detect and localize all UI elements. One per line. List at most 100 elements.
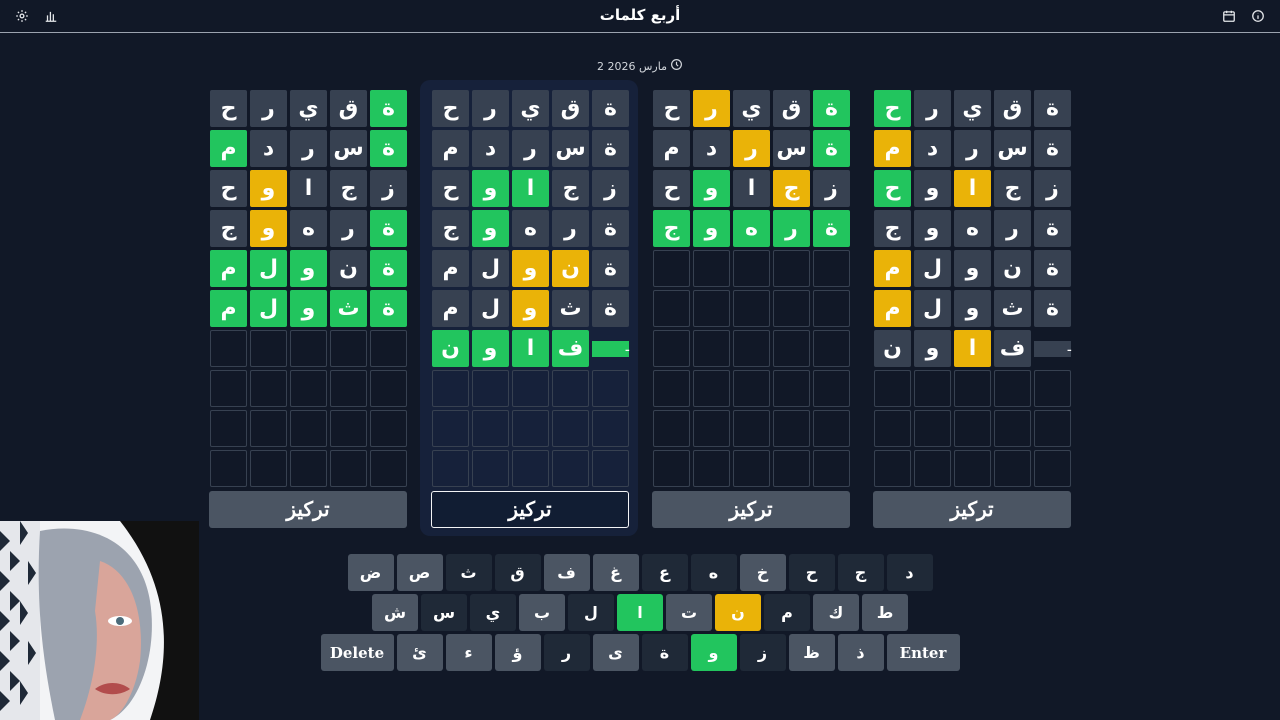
letter-tile: ة — [813, 90, 850, 127]
letter-key[interactable]: ص — [396, 554, 443, 591]
letter-key[interactable]: ذ — [837, 634, 884, 671]
clock-icon — [670, 58, 683, 74]
empty-tile — [552, 450, 589, 487]
letter-tile: م — [210, 130, 247, 167]
calendar-icon[interactable] — [1221, 8, 1237, 24]
empty-tile — [773, 250, 810, 287]
empty-tile — [250, 330, 287, 367]
empty-tile — [773, 370, 810, 407]
focus-button[interactable]: تركيز — [652, 491, 850, 528]
letter-key[interactable]: ت — [666, 594, 712, 631]
letter-key[interactable]: خ — [739, 554, 786, 591]
letter-key[interactable]: د — [886, 554, 933, 591]
letter-key[interactable]: ع — [641, 554, 688, 591]
empty-tile — [653, 330, 690, 367]
empty-tile — [432, 450, 469, 487]
empty-tile — [210, 450, 247, 487]
empty-tile — [773, 330, 810, 367]
letter-tile: ر — [693, 90, 730, 127]
letter-tile: ا — [290, 170, 327, 207]
letter-tile: ة — [1034, 250, 1071, 287]
letter-key[interactable]: ف — [543, 554, 590, 591]
letter-key[interactable]: ء — [445, 634, 492, 671]
letter-tile: ن — [330, 250, 367, 287]
empty-tile — [693, 250, 730, 287]
empty-tile — [370, 450, 407, 487]
letter-tile: ـ — [592, 330, 629, 367]
empty-tile — [653, 370, 690, 407]
empty-tile — [813, 450, 850, 487]
letter-key[interactable]: ى — [592, 634, 639, 671]
letter-key[interactable]: ر — [543, 634, 590, 671]
letter-tile: ة — [813, 210, 850, 247]
letter-tile: ج — [874, 210, 911, 247]
empty-tile — [954, 450, 991, 487]
letter-key[interactable]: ئ — [396, 634, 443, 671]
letter-key[interactable]: ج — [837, 554, 884, 591]
letter-key[interactable]: م — [764, 594, 810, 631]
board-4: ةقيرحةسردمزجاوحةرهوجةنولمةثولمـفاون تركي… — [873, 90, 1071, 528]
letter-tile: ة — [592, 90, 629, 127]
letter-key[interactable]: ق — [494, 554, 541, 591]
empty-tile — [653, 250, 690, 287]
letter-tile: ث — [330, 290, 367, 327]
letter-tile: ل — [472, 250, 509, 287]
empty-tile — [733, 450, 770, 487]
letter-tile: ر — [250, 90, 287, 127]
board-2: ةقيرحةسردمزجاوحةرهوجةنولمةثولمـفاون تركي… — [431, 90, 629, 528]
letter-key[interactable]: ث — [445, 554, 492, 591]
focus-button[interactable]: تركيز — [209, 491, 407, 528]
letter-tile: ن — [552, 250, 589, 287]
letter-tile: و — [472, 330, 509, 367]
letter-tile: و — [290, 290, 327, 327]
letter-tile: ح — [653, 170, 690, 207]
empty-tile — [290, 450, 327, 487]
letter-key[interactable]: ز — [739, 634, 786, 671]
letter-key[interactable]: غ — [592, 554, 639, 591]
focus-button[interactable]: تركيز — [431, 491, 629, 528]
letter-key[interactable]: س — [421, 594, 467, 631]
delete-key[interactable]: Delete — [320, 634, 394, 671]
letter-tile: ة — [370, 290, 407, 327]
letter-tile: ر — [994, 210, 1031, 247]
letter-tile: و — [914, 330, 951, 367]
letter-key[interactable]: ط — [862, 594, 908, 631]
empty-tile — [693, 450, 730, 487]
letter-tile: ة — [370, 130, 407, 167]
empty-tile — [370, 410, 407, 447]
letter-tile: ح — [210, 90, 247, 127]
empty-tile — [290, 330, 327, 367]
letter-key[interactable]: ل — [568, 594, 614, 631]
letter-key[interactable]: و — [690, 634, 737, 671]
letter-key[interactable]: ا — [617, 594, 663, 631]
letter-tile: و — [472, 170, 509, 207]
letter-key[interactable]: ب — [519, 594, 565, 631]
empty-tile — [994, 410, 1031, 447]
letter-key[interactable]: ه — [690, 554, 737, 591]
letter-tile: ر — [330, 210, 367, 247]
letter-key[interactable]: ح — [788, 554, 835, 591]
letter-tile: و — [693, 210, 730, 247]
letter-tile: س — [994, 130, 1031, 167]
letter-tile: ر — [954, 130, 991, 167]
letter-key[interactable]: ش — [372, 594, 418, 631]
empty-tile — [994, 450, 1031, 487]
letter-tile: ي — [290, 90, 327, 127]
info-icon[interactable] — [1250, 8, 1266, 24]
letter-key[interactable]: ض — [347, 554, 394, 591]
letter-key[interactable]: ة — [641, 634, 688, 671]
letter-tile: ن — [874, 330, 911, 367]
enter-key[interactable]: Enter — [886, 634, 960, 671]
focus-button[interactable]: تركيز — [873, 491, 1071, 528]
letter-tile: ل — [250, 250, 287, 287]
letter-key[interactable]: ظ — [788, 634, 835, 671]
letter-key[interactable]: ي — [470, 594, 516, 631]
letter-key[interactable]: ك — [813, 594, 859, 631]
letter-tile: ق — [330, 90, 367, 127]
letter-tile: ه — [733, 210, 770, 247]
letter-tile: ا — [512, 330, 549, 367]
letter-key[interactable]: ن — [715, 594, 761, 631]
board-grid: ةقيرحةسردمزجاوحةرهوجةنولمةثولم — [209, 90, 407, 487]
empty-tile — [733, 330, 770, 367]
letter-key[interactable]: ؤ — [494, 634, 541, 671]
